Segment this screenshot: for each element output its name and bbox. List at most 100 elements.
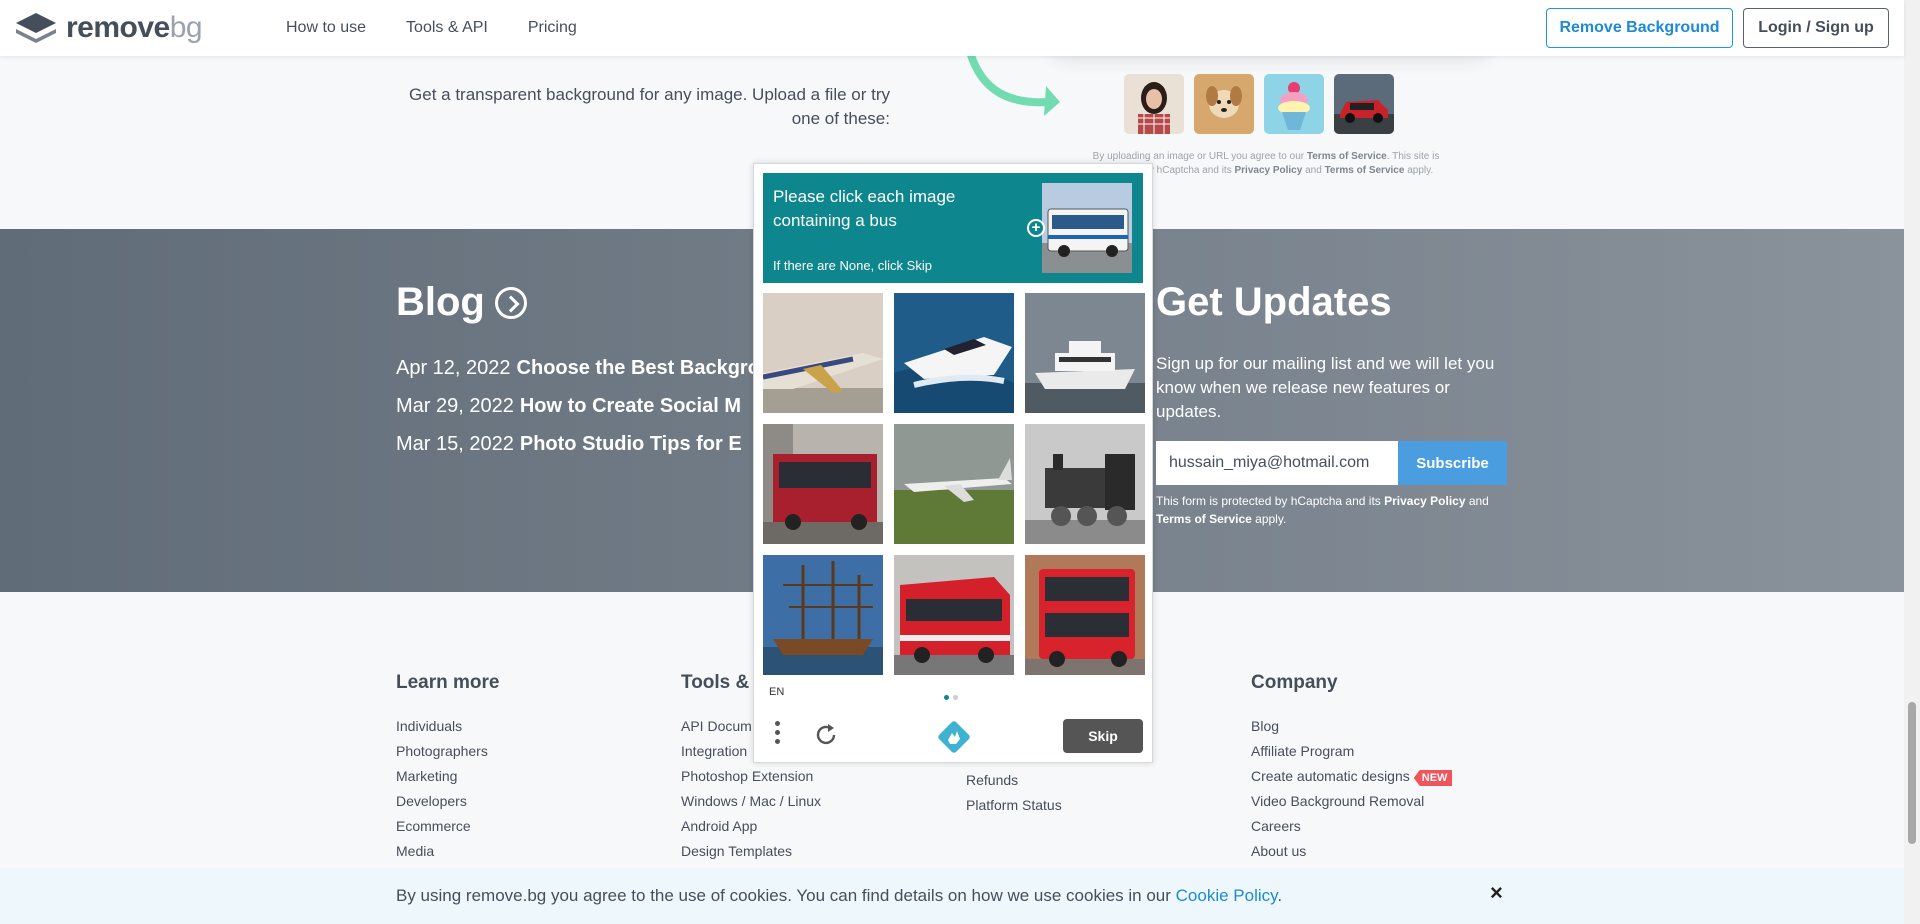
blog-heading[interactable]: Blog — [396, 280, 527, 325]
footer-link[interactable]: About us — [1251, 839, 1452, 864]
protect-privacy-link[interactable]: Privacy Policy — [1384, 494, 1465, 508]
captcha-tile-airplane[interactable] — [763, 293, 883, 413]
sample-dog-image[interactable] — [1194, 74, 1254, 134]
tos-privacy-link[interactable]: Privacy Policy — [1234, 165, 1302, 176]
footer-link[interactable]: Photoshop Extension — [681, 764, 821, 789]
tos-terms-link-2[interactable]: Terms of Service — [1325, 165, 1405, 176]
cookie-message: By using remove.bg you agree to the use … — [396, 886, 1282, 906]
updates-heading: Get Updates — [1156, 280, 1392, 324]
top-navbar: removebg How to use Tools & API Pricing … — [0, 0, 1904, 56]
tos-text-1: By uploading an image or URL you agree t… — [1092, 151, 1307, 162]
tos-text-4: apply. — [1404, 165, 1434, 176]
blog-post-title[interactable]: How to Create Social M — [520, 395, 741, 417]
footer-link[interactable]: Blog — [1251, 714, 1452, 739]
blog-title-text: Blog — [396, 280, 485, 324]
footer-link[interactable]: Careers — [1251, 814, 1452, 839]
footer-link[interactable]: Ecommerce — [396, 814, 499, 839]
removebg-logo[interactable]: removebg — [14, 11, 203, 45]
captcha-language[interactable]: EN — [769, 686, 784, 698]
captcha-prompt-header: Please click each image containing a bus… — [763, 173, 1143, 283]
cookie-text: By using remove.bg you agree to the use … — [396, 886, 1176, 905]
footer-link[interactable]: Video Background Removal — [1251, 789, 1452, 814]
protect-terms-link[interactable]: Terms of Service — [1156, 512, 1252, 526]
protect-text-1: This form is protected by hCaptcha and i… — [1156, 494, 1385, 508]
blog-post-item[interactable]: Mar 15, 2022 Photo Studio Tips for E — [396, 433, 742, 456]
newsletter-protection-notice: This form is protected by hCaptcha and i… — [1156, 492, 1536, 528]
hcaptcha-challenge: Please click each image containing a bus… — [753, 163, 1153, 763]
close-icon[interactable]: × — [1490, 880, 1503, 906]
captcha-hint: If there are None, click Skip — [773, 258, 932, 273]
footer-link[interactable]: Android App — [681, 814, 821, 839]
blog-post-date: Mar 29, 2022 — [396, 395, 514, 417]
footer-link[interactable]: Windows / Mac / Linux — [681, 789, 821, 814]
footer-link[interactable]: Marketing — [396, 764, 499, 789]
refresh-icon[interactable] — [814, 723, 838, 747]
hcaptcha-logo-icon — [938, 721, 970, 753]
footer-link[interactable]: Affiliate Program — [1251, 739, 1452, 764]
protect-text-3: apply. — [1251, 512, 1287, 526]
blog-post-date: Apr 12, 2022 — [396, 357, 511, 379]
page: removebg How to use Tools & API Pricing … — [0, 0, 1920, 924]
remove-background-button[interactable]: Remove Background — [1546, 8, 1733, 48]
captcha-image-grid — [763, 293, 1145, 675]
captcha-tile-small-jet[interactable] — [894, 424, 1014, 544]
nav-tools-api[interactable]: Tools & API — [406, 19, 488, 37]
nav-how-to-use[interactable]: How to use — [286, 19, 366, 37]
footer-link[interactable]: Refunds — [966, 768, 1062, 793]
blog-post-item[interactable]: Apr 12, 2022 Choose the Best Backgro — [396, 357, 760, 380]
captcha-tile-yacht[interactable] — [1025, 293, 1145, 413]
footer-learn-more-column: Learn more Individuals Photographers Mar… — [396, 672, 499, 864]
page-dot — [953, 695, 958, 700]
footer-link[interactable]: Photographers — [396, 739, 499, 764]
footer-link-label[interactable]: Create automatic designs — [1251, 768, 1410, 784]
captcha-page-indicator — [944, 695, 958, 700]
footer-link-with-badge[interactable]: Create automatic designs NEW — [1251, 764, 1453, 789]
blog-post-title[interactable]: Choose the Best Backgro — [517, 357, 760, 379]
captcha-example-bus-image — [1042, 183, 1132, 273]
captcha-tile-red-bus[interactable] — [763, 424, 883, 544]
sample-woman-image[interactable] — [1124, 74, 1184, 134]
footer-column-title: Learn more — [396, 672, 500, 693]
page-scrollbar[interactable] — [1904, 0, 1920, 924]
scrollbar-thumb[interactable] — [1908, 702, 1916, 844]
logo-main-text: remove — [66, 11, 170, 44]
page-dot-active — [944, 695, 949, 700]
captcha-tile-sailing-ship[interactable] — [763, 555, 883, 675]
captcha-tile-red-bus[interactable] — [894, 555, 1014, 675]
footer-column-title: Company — [1251, 672, 1338, 693]
cookie-text-end: . — [1277, 886, 1283, 905]
footer-link[interactable]: Developers — [396, 789, 499, 814]
newsletter-email-input[interactable]: hussain_miya@hotmail.com — [1156, 441, 1398, 485]
captcha-tile-speedboat[interactable] — [894, 293, 1014, 413]
blog-post-item[interactable]: Mar 29, 2022 How to Create Social M — [396, 395, 741, 418]
logo-layers-icon — [16, 13, 56, 43]
updates-description: Sign up for our mailing list and we will… — [1156, 354, 1495, 421]
main-nav: How to use Tools & API Pricing — [286, 19, 577, 37]
circle-arrow-right-icon — [494, 286, 527, 319]
footer-link[interactable]: Platform Status — [966, 793, 1062, 818]
footer-support-column: Refunds Platform Status — [966, 768, 1062, 818]
login-signup-button[interactable]: Login / Sign up — [1743, 8, 1889, 48]
cookie-policy-link[interactable]: Cookie Policy — [1176, 886, 1278, 905]
captcha-skip-button[interactable]: Skip — [1063, 719, 1143, 753]
captcha-tile-steam-locomotive[interactable] — [1025, 424, 1145, 544]
kebab-menu-icon[interactable] — [775, 721, 781, 749]
tos-terms-link[interactable]: Terms of Service — [1307, 151, 1387, 162]
cookie-banner: By using remove.bg you agree to the use … — [0, 868, 1904, 924]
nav-pricing[interactable]: Pricing — [528, 19, 577, 37]
footer-link[interactable]: Individuals — [396, 714, 499, 739]
footer-link[interactable]: Media — [396, 839, 499, 864]
plus-icon[interactable]: + — [1027, 219, 1045, 237]
sample-images — [1124, 74, 1394, 134]
blog-post-title[interactable]: Photo Studio Tips for E — [520, 433, 742, 455]
captcha-tile-red-double-decker-bus[interactable] — [1025, 555, 1145, 675]
footer-link[interactable]: Design Templates — [681, 839, 821, 864]
sample-cupcake-image[interactable] — [1264, 74, 1324, 134]
curved-arrow-icon — [966, 52, 1060, 116]
footer-company-column: Company Blog Affiliate Program Create au… — [1251, 672, 1453, 864]
subscribe-button[interactable]: Subscribe — [1398, 441, 1507, 485]
blog-post-date: Mar 15, 2022 — [396, 433, 514, 455]
sample-car-image[interactable] — [1334, 74, 1394, 134]
captcha-question: Please click each image containing a bus — [773, 187, 956, 230]
tos-text-3: and — [1302, 165, 1325, 176]
